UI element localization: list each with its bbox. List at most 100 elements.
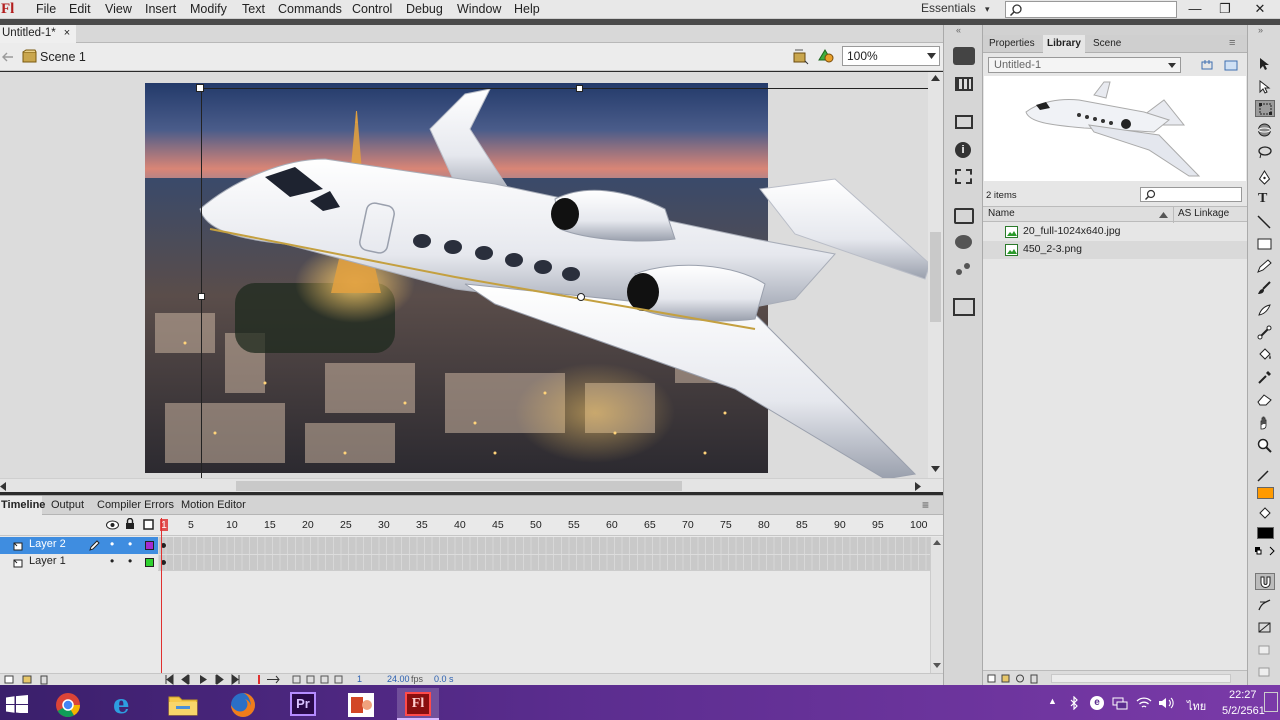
pin-library-icon[interactable] xyxy=(1200,58,1214,72)
layer-row-layer-1[interactable]: Layer 1 • • xyxy=(0,554,158,571)
tab-motion-editor[interactable]: Motion Editor xyxy=(181,496,246,515)
subselection-tool-icon[interactable] xyxy=(1257,80,1271,94)
scale-icon[interactable] xyxy=(1257,665,1272,679)
menu-control[interactable]: Control xyxy=(352,0,392,19)
visibility-dot[interactable]: • xyxy=(110,537,114,551)
scroll-up-icon[interactable] xyxy=(933,540,941,545)
lock-dot[interactable]: • xyxy=(128,554,132,568)
stage-vertical-scrollbar[interactable] xyxy=(928,72,943,478)
tab-properties[interactable]: Properties xyxy=(989,38,1035,49)
smooth-icon[interactable] xyxy=(1257,598,1272,613)
scene-label[interactable]: Scene 1 xyxy=(40,50,86,64)
brush-tool-icon[interactable] xyxy=(1257,281,1272,295)
taskbar-premiere-pro[interactable]: Pr xyxy=(282,688,324,720)
taskbar-firefox[interactable] xyxy=(222,688,264,720)
transform-handle-middle-left[interactable] xyxy=(198,293,205,300)
pasteboard[interactable] xyxy=(0,72,943,478)
lasso-tool-icon[interactable] xyxy=(1257,145,1272,159)
document-tab[interactable]: Untitled-1* × xyxy=(0,25,76,43)
history-icon[interactable] xyxy=(953,298,975,316)
align-icon[interactable] xyxy=(955,77,973,91)
transform-point[interactable] xyxy=(577,293,585,301)
tray-app-icon[interactable]: e xyxy=(1090,696,1104,710)
taskbar-file-explorer[interactable] xyxy=(162,688,204,720)
taskbar-flash[interactable]: Fl xyxy=(397,688,439,720)
library-item[interactable]: 20_full-1024x640.jpg xyxy=(983,223,1247,241)
input-language[interactable]: ไทย xyxy=(1187,697,1206,715)
collapse-icon[interactable]: « xyxy=(956,25,961,35)
help-search-input[interactable] xyxy=(1005,1,1177,18)
taskbar-powerpoint[interactable] xyxy=(340,688,382,720)
notification-icon[interactable] xyxy=(1264,692,1278,712)
panel-menu-icon[interactable]: ≡ xyxy=(922,498,929,512)
layer-name[interactable]: Layer 1 xyxy=(29,555,66,567)
fill-color-swatch[interactable] xyxy=(1257,527,1274,539)
components-icon[interactable] xyxy=(954,208,974,224)
tray-clock-time[interactable]: 22:27 xyxy=(1229,689,1257,701)
vertical-scroll-thumb[interactable] xyxy=(930,232,941,322)
lock-icon[interactable] xyxy=(125,518,135,530)
bone-tool-icon[interactable] xyxy=(1257,325,1272,340)
line-tool-icon[interactable] xyxy=(1257,215,1271,229)
taskbar-internet-explorer[interactable]: e xyxy=(105,688,147,720)
color-icon[interactable] xyxy=(955,115,973,129)
workspace-switcher[interactable]: Essentials ▾ xyxy=(921,0,990,19)
edit-symbols-icon[interactable] xyxy=(817,48,837,66)
back-arrow-icon[interactable] xyxy=(2,52,14,62)
eyedropper-tool-icon[interactable] xyxy=(1257,370,1272,385)
menu-window[interactable]: Window xyxy=(457,0,501,19)
restore-button[interactable]: ❐ xyxy=(1210,0,1240,19)
menu-commands[interactable]: Commands xyxy=(278,0,342,19)
zoom-select[interactable]: 100% xyxy=(842,46,940,66)
eye-icon[interactable] xyxy=(106,520,119,530)
motion-presets-icon[interactable] xyxy=(953,47,975,65)
scroll-down-icon[interactable] xyxy=(933,663,941,668)
zoom-tool-icon[interactable] xyxy=(1257,438,1272,453)
free-transform-tool-active[interactable] xyxy=(1255,100,1275,117)
library-document-select[interactable]: Untitled-1 xyxy=(988,57,1181,73)
menu-view[interactable]: View xyxy=(105,0,132,19)
pencil-tool-icon[interactable] xyxy=(1257,259,1272,273)
visibility-dot[interactable]: • xyxy=(110,554,114,568)
tab-output[interactable]: Output xyxy=(51,496,84,515)
menu-text[interactable]: Text xyxy=(242,0,265,19)
pen-tool-icon[interactable] xyxy=(1257,170,1272,185)
menu-debug[interactable]: Debug xyxy=(406,0,443,19)
tab-compiler-errors[interactable]: Compiler Errors xyxy=(97,496,174,515)
menu-modify[interactable]: Modify xyxy=(190,0,227,19)
playback-controls[interactable] xyxy=(164,674,249,685)
tray-expand-icon[interactable]: ▲ xyxy=(1048,696,1057,706)
wifi-icon[interactable] xyxy=(1136,696,1152,710)
hand-tool-icon[interactable] xyxy=(1257,415,1272,430)
tab-timeline[interactable]: Timeline xyxy=(0,496,45,515)
column-name[interactable]: Name xyxy=(988,208,1015,219)
frame-rate[interactable]: 24.00 xyxy=(387,674,410,684)
tray-clock-date[interactable]: 5/2/2561 xyxy=(1222,705,1265,717)
outline-icon[interactable] xyxy=(143,519,154,530)
stroke-color-swatch[interactable] xyxy=(1257,487,1274,499)
jet-airplane-symbol[interactable] xyxy=(195,89,930,478)
minimize-button[interactable]: — xyxy=(1180,0,1210,19)
rectangle-tool-icon[interactable] xyxy=(1257,237,1272,251)
info-icon[interactable]: i xyxy=(955,142,971,158)
transform-handle-top-left[interactable] xyxy=(196,84,204,92)
close-tab-icon[interactable]: × xyxy=(64,27,70,39)
panel-menu-icon[interactable]: ≡ xyxy=(1229,37,1235,49)
text-tool-icon[interactable]: T xyxy=(1258,191,1267,207)
frame-ruler[interactable]: 1 5 10 15 20 25 30 35 40 45 50 55 60 65 … xyxy=(157,516,932,536)
menu-help[interactable]: Help xyxy=(514,0,540,19)
menu-insert[interactable]: Insert xyxy=(145,0,176,19)
timeline-vertical-scrollbar[interactable] xyxy=(930,537,943,673)
stage-horizontal-scrollbar[interactable] xyxy=(0,478,943,492)
library-item[interactable]: 450_2-3.png xyxy=(983,241,1247,259)
scroll-right-icon[interactable] xyxy=(915,482,921,491)
network-icon[interactable] xyxy=(1112,696,1128,710)
code-snippets-icon[interactable] xyxy=(955,235,972,249)
scroll-down-icon[interactable] xyxy=(931,466,940,472)
layer-actions-icons[interactable] xyxy=(4,674,52,685)
tab-library[interactable]: Library xyxy=(1043,35,1085,53)
swap-colors-icon[interactable] xyxy=(1254,545,1278,557)
library-search-input[interactable] xyxy=(1140,187,1242,202)
layer-outline-color[interactable] xyxy=(145,541,154,550)
menu-file[interactable]: File xyxy=(36,0,56,19)
